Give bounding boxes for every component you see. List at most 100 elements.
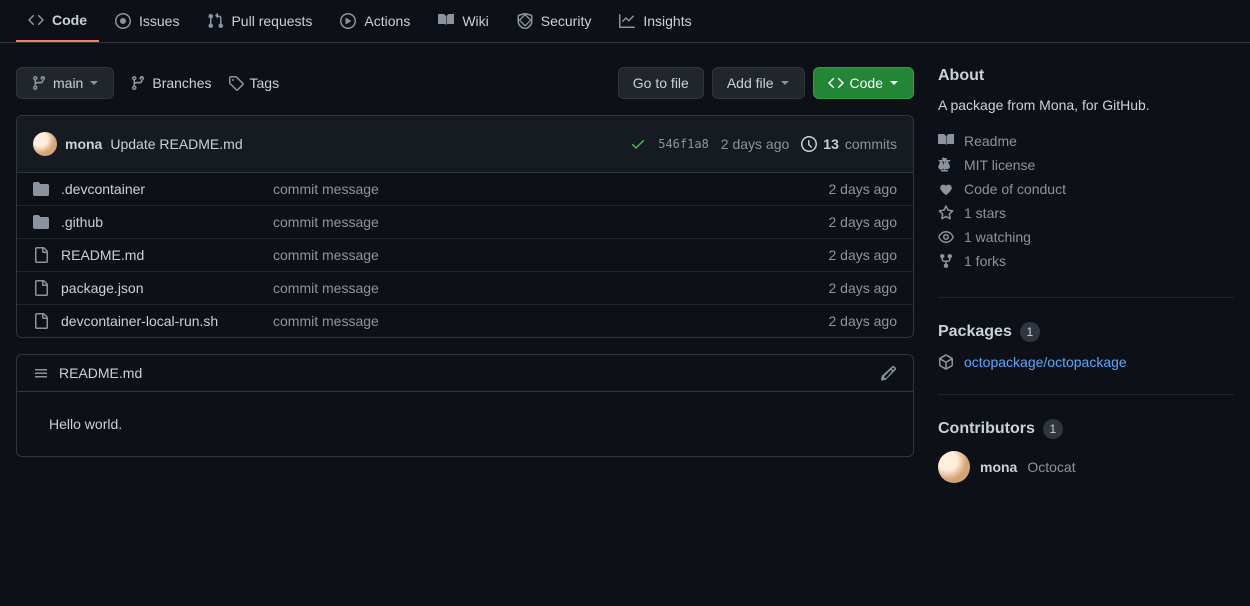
branch-name: main	[53, 75, 83, 91]
branch-selector[interactable]: main	[16, 67, 114, 99]
code-button[interactable]: Code	[813, 67, 914, 99]
tab-wiki[interactable]: Wiki	[426, 1, 500, 41]
commits-count: 13	[823, 136, 839, 152]
commit-author[interactable]: mona	[65, 136, 102, 152]
graph-icon	[619, 13, 635, 29]
forks-label: 1 forks	[964, 253, 1006, 269]
issue-icon	[115, 13, 131, 29]
code-icon	[828, 75, 844, 91]
commit-message[interactable]: commit message	[273, 181, 817, 197]
branch-icon	[31, 75, 47, 91]
go-to-file-button[interactable]: Go to file	[618, 67, 704, 99]
pull-request-icon	[207, 13, 223, 29]
file-listing: mona Update README.md 546f1a8 2 days ago…	[16, 115, 914, 338]
commit-message[interactable]: commit message	[273, 214, 817, 230]
avatar[interactable]	[938, 451, 970, 483]
file-icon	[33, 280, 49, 296]
chevron-down-icon	[780, 78, 790, 88]
pencil-icon[interactable]	[881, 365, 897, 381]
package-link[interactable]: octopackage/octopackage	[938, 354, 1234, 370]
file-name[interactable]: .github	[61, 214, 261, 230]
commit-message[interactable]: commit message	[273, 280, 817, 296]
commit-message[interactable]: Update README.md	[110, 136, 242, 152]
law-icon	[938, 157, 954, 173]
file-toolbar: main Branches Tags Go to file Add file	[16, 67, 914, 99]
commit-message[interactable]: commit message	[273, 247, 817, 263]
forks-link[interactable]: 1 forks	[938, 249, 1234, 273]
book-icon	[938, 133, 954, 149]
about-section: About A package from Mona, for GitHub. R…	[938, 67, 1234, 298]
commit-message[interactable]: commit message	[273, 313, 817, 329]
branches-label: Branches	[152, 75, 211, 91]
tab-code[interactable]: Code	[16, 0, 99, 42]
package-icon	[938, 354, 954, 370]
contributors-section: Contributors 1 mona Octocat	[938, 419, 1234, 507]
file-name[interactable]: .devcontainer	[61, 181, 261, 197]
file-icon	[33, 313, 49, 329]
contributor-row[interactable]: mona Octocat	[938, 451, 1234, 483]
tab-pr-label: Pull requests	[231, 13, 312, 29]
file-name[interactable]: README.md	[61, 247, 261, 263]
folder-icon	[33, 181, 49, 197]
commits-link[interactable]: 13 commits	[801, 136, 897, 152]
commits-label: commits	[845, 136, 897, 152]
file-icon	[33, 247, 49, 263]
readme-link[interactable]: Readme	[938, 129, 1234, 153]
file-name[interactable]: devcontainer-local-run.sh	[61, 313, 261, 329]
table-row: .github commit message 2 days ago	[17, 206, 913, 239]
packages-heading-label: Packages	[938, 323, 1012, 341]
avatar[interactable]	[33, 132, 57, 156]
file-name[interactable]: package.json	[61, 280, 261, 296]
stars-link[interactable]: 1 stars	[938, 201, 1234, 225]
conduct-link[interactable]: Code of conduct	[938, 177, 1234, 201]
check-icon[interactable]	[630, 136, 646, 152]
conduct-label: Code of conduct	[964, 181, 1066, 197]
contributor-fullname: Octocat	[1027, 459, 1075, 475]
license-link[interactable]: MIT license	[938, 153, 1234, 177]
latest-commit-row: mona Update README.md 546f1a8 2 days ago…	[17, 116, 913, 173]
watching-label: 1 watching	[964, 229, 1031, 245]
tab-actions[interactable]: Actions	[328, 1, 422, 41]
add-file-button[interactable]: Add file	[712, 67, 805, 99]
tab-pull-requests[interactable]: Pull requests	[195, 1, 324, 41]
chevron-down-icon	[89, 78, 99, 88]
stars-label: 1 stars	[964, 205, 1006, 221]
contributors-heading-label: Contributors	[938, 420, 1035, 438]
contributor-username: mona	[980, 459, 1017, 475]
package-name: octopackage/octopackage	[964, 354, 1127, 370]
book-icon	[438, 13, 454, 29]
commit-sha[interactable]: 546f1a8	[658, 137, 709, 151]
repo-tabs: Code Issues Pull requests Actions Wiki S…	[0, 0, 1250, 43]
readme-link-label: Readme	[964, 133, 1017, 149]
watching-link[interactable]: 1 watching	[938, 225, 1234, 249]
list-icon[interactable]	[33, 365, 49, 381]
packages-section: Packages 1 octopackage/octopackage	[938, 322, 1234, 395]
tag-icon	[228, 75, 244, 91]
tab-insights-label: Insights	[643, 13, 691, 29]
play-icon	[340, 13, 356, 29]
go-to-file-label: Go to file	[633, 75, 689, 91]
tags-link[interactable]: Tags	[228, 75, 280, 91]
folder-icon	[33, 214, 49, 230]
eye-icon	[938, 229, 954, 245]
file-time: 2 days ago	[829, 214, 898, 230]
packages-heading[interactable]: Packages 1	[938, 322, 1234, 342]
history-icon	[801, 136, 817, 152]
shield-icon	[517, 13, 533, 29]
tab-issues[interactable]: Issues	[103, 1, 191, 41]
file-time: 2 days ago	[829, 280, 898, 296]
code-icon	[28, 12, 44, 28]
readme-content: Hello world.	[17, 392, 913, 456]
about-description: A package from Mona, for GitHub.	[938, 97, 1234, 113]
tab-security[interactable]: Security	[505, 1, 604, 41]
tab-issues-label: Issues	[139, 13, 179, 29]
readme-title[interactable]: README.md	[59, 365, 142, 381]
contributors-heading[interactable]: Contributors 1	[938, 419, 1234, 439]
add-file-label: Add file	[727, 75, 774, 91]
license-label: MIT license	[964, 157, 1035, 173]
fork-icon	[938, 253, 954, 269]
branches-link[interactable]: Branches	[130, 75, 211, 91]
file-time: 2 days ago	[829, 247, 898, 263]
table-row: .devcontainer commit message 2 days ago	[17, 173, 913, 206]
tab-insights[interactable]: Insights	[607, 1, 703, 41]
